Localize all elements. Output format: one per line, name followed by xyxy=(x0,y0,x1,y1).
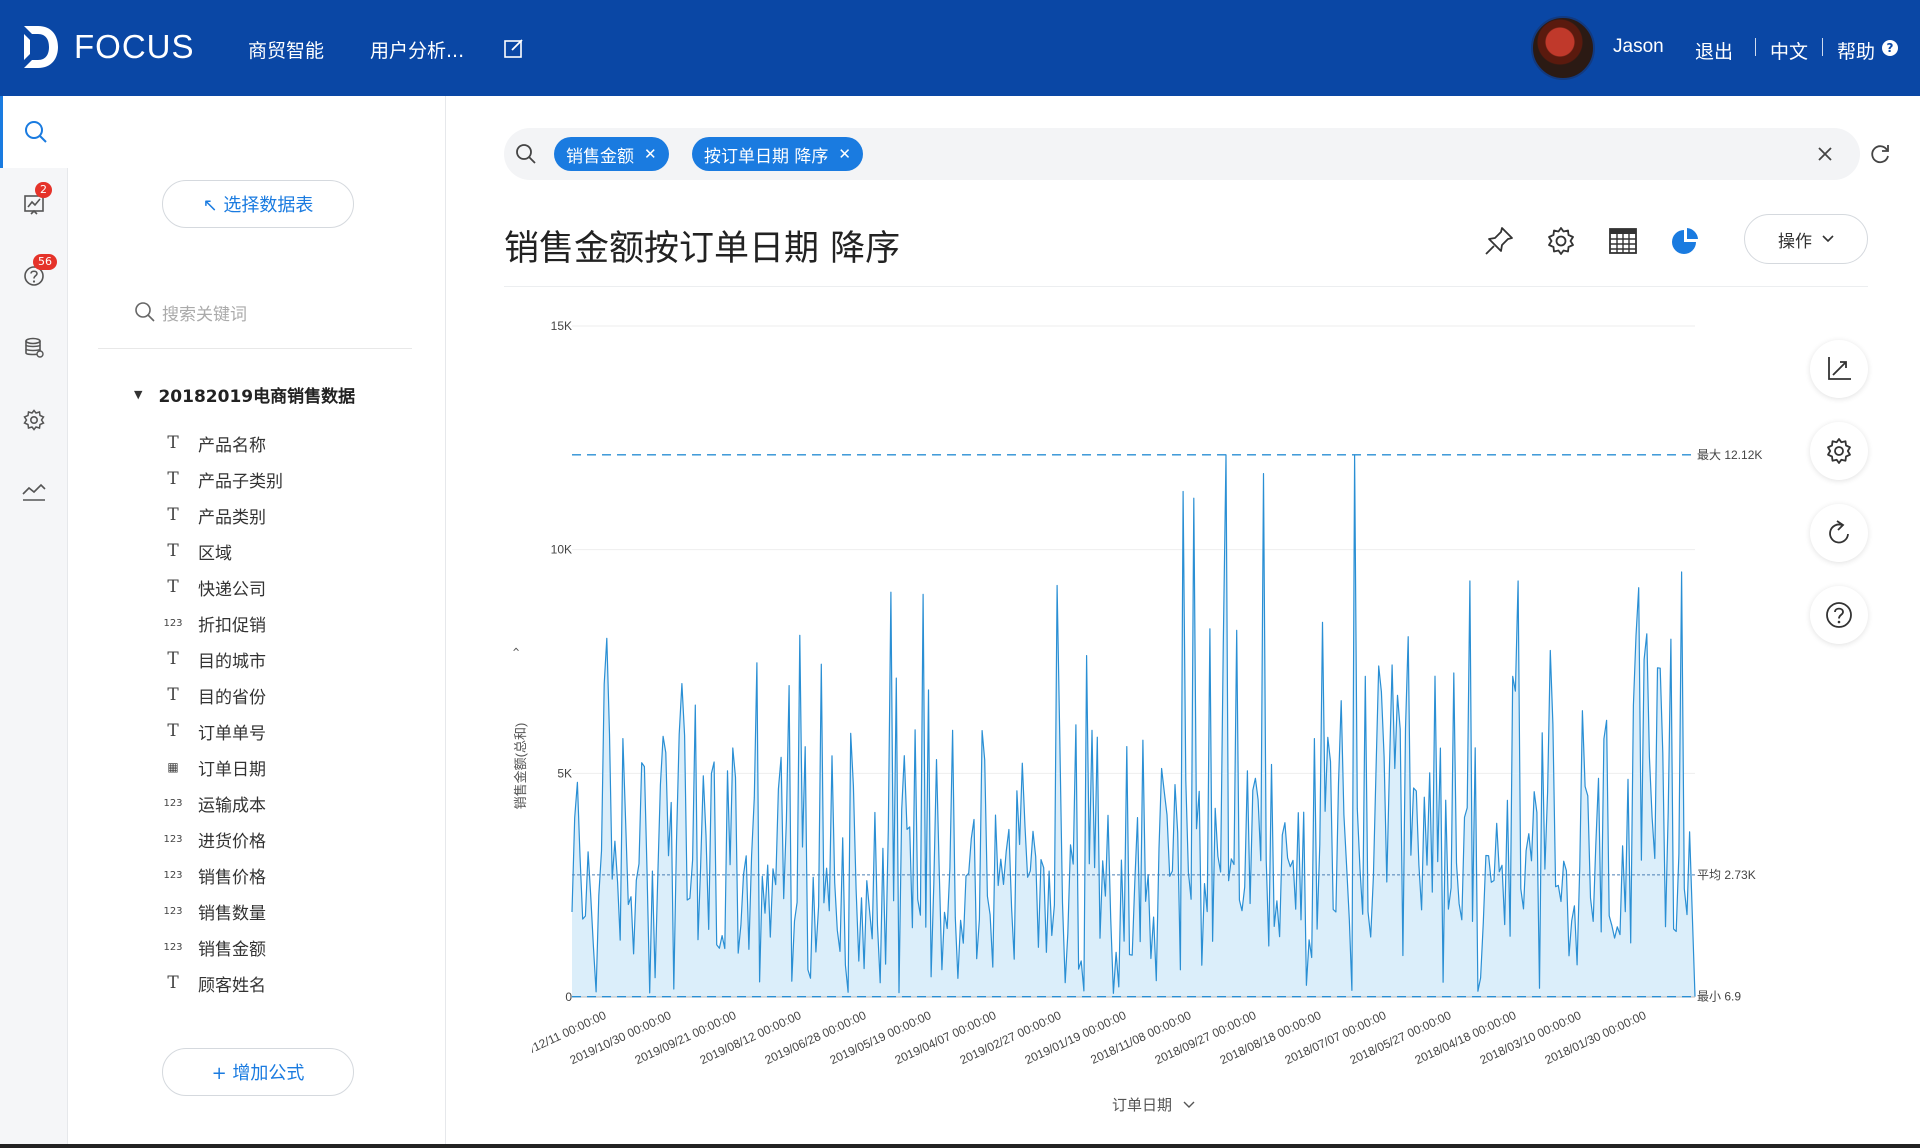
reference-line-label: 最大 12.12K xyxy=(1697,448,1762,462)
y-tick-label: 15K xyxy=(551,319,572,333)
window-bottom-edge xyxy=(0,1144,1920,1148)
x-axis-chevron-icon[interactable] xyxy=(1183,1101,1195,1108)
sales-area-chart: 最大 12.12K平均 2.73K最小 6.9 05K10K15K 2019/1… xyxy=(509,319,1762,1114)
reference-line-label: 平均 2.73K xyxy=(1697,868,1756,882)
y-axis-label[interactable]: 销售金额(总和) xyxy=(513,723,528,810)
y-axis-chevron-icon[interactable]: › xyxy=(509,647,524,652)
y-tick-label: 0 xyxy=(565,990,572,1004)
y-tick-label: 10K xyxy=(551,543,572,557)
reference-line-label: 最小 6.9 xyxy=(1697,990,1741,1004)
x-axis-label[interactable]: 订单日期 xyxy=(1112,1097,1172,1114)
y-tick-label: 5K xyxy=(557,766,572,780)
